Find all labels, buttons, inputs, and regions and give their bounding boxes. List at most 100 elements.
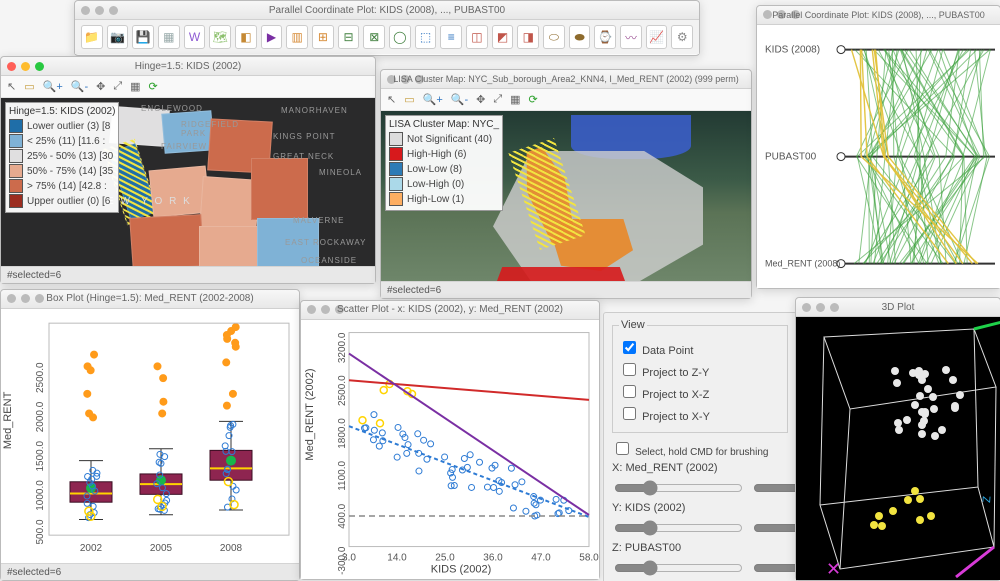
zoom-in-icon[interactable]: 🔍+ [423, 93, 443, 106]
save-icon[interactable]: 💾 [132, 25, 154, 49]
cat-map-icon[interactable]: ◨ [517, 25, 539, 49]
close-icon[interactable] [81, 6, 90, 15]
svg-text:2002: 2002 [80, 543, 103, 554]
plot3d-canvas[interactable]: ✕ Z [796, 317, 1000, 580]
cartogram-icon[interactable]: ◧ [235, 25, 257, 49]
minimize-icon[interactable] [816, 303, 825, 312]
close-icon[interactable] [763, 10, 772, 19]
svg-text:1100.0: 1100.0 [337, 460, 348, 490]
checkbox-data-point[interactable]: Data Point [619, 338, 781, 357]
zoom-icon[interactable] [109, 6, 118, 15]
minimize-icon[interactable] [95, 6, 104, 15]
zoom-out-icon[interactable]: 🔍- [451, 93, 468, 106]
table-icon[interactable]: ▦ [158, 25, 180, 49]
svg-text:25.0: 25.0 [435, 552, 455, 563]
basemap-icon[interactable]: ▦ [130, 80, 140, 93]
pcp-icon[interactable]: ≡ [440, 25, 462, 49]
svg-text:3200.0: 3200.0 [337, 332, 348, 363]
svg-text:-300.0: -300.0 [337, 546, 348, 575]
status-selected: #selected=6 [7, 270, 61, 281]
svg-text:36.0: 36.0 [483, 552, 503, 563]
zoom-icon[interactable] [335, 305, 344, 314]
scatter-titlebar[interactable]: Scatter Plot - x: KIDS (2002), y: Med_RE… [301, 301, 599, 320]
scatter-icon[interactable]: ⊟ [338, 25, 360, 49]
minimize-icon[interactable] [21, 62, 30, 71]
hinge-titlebar[interactable]: Hinge=1.5: KIDS (2002) [1, 57, 375, 76]
select-rect-icon[interactable]: ▭ [24, 80, 34, 93]
pan-icon[interactable]: ✥ [96, 80, 105, 93]
scatter-ylabel: Med_RENT (2002) [304, 368, 316, 460]
checkbox-brush[interactable]: Select, hold CMD for brushing [612, 439, 788, 458]
lisa-titlebar[interactable]: LISA Cluster Map: NYC_Sub_borough_Area2_… [381, 70, 751, 89]
close-icon[interactable] [307, 305, 316, 314]
moran-icon[interactable]: ⬭ [543, 25, 565, 49]
slider-z-label: Z: PUBAST00 [612, 542, 788, 554]
svg-text:14.0: 14.0 [387, 552, 407, 563]
play-icon[interactable]: ▶ [261, 25, 283, 49]
select-rect-icon[interactable]: ▭ [404, 93, 414, 106]
cursor-icon[interactable]: ↖ [7, 80, 16, 93]
zoom-icon[interactable] [35, 294, 44, 303]
pan-icon[interactable]: ✥ [476, 93, 485, 106]
pcp-axis-2: Med_RENT (2008) [765, 258, 840, 268]
slider-y-label: Y: KIDS (2002) [612, 502, 788, 514]
map-icon[interactable]: 🗺 [209, 25, 231, 49]
pcp-titlebar[interactable]: Parallel Coordinate Plot: KIDS (2008), .… [757, 6, 1000, 25]
open-folder-icon[interactable]: 📁 [81, 25, 103, 49]
status-selected: #selected=6 [387, 285, 441, 296]
minimize-icon[interactable] [21, 294, 30, 303]
slider-y-a[interactable] [614, 520, 743, 536]
svg-text:58.0: 58.0 [579, 552, 599, 563]
camera-icon[interactable]: 📷 [107, 25, 129, 49]
weights-icon[interactable]: W [184, 25, 206, 49]
close-icon[interactable] [802, 303, 811, 312]
main-toolbar-titlebar[interactable]: Parallel Coordinate Plot: KIDS (2008), .… [75, 1, 699, 20]
minimize-icon[interactable] [321, 305, 330, 314]
close-icon[interactable] [7, 294, 16, 303]
boxplot-icon[interactable]: ⊞ [312, 25, 334, 49]
close-icon[interactable] [387, 75, 396, 84]
slider-z-a[interactable] [614, 560, 743, 576]
animation-icon[interactable]: 📈 [646, 25, 668, 49]
plot3d-titlebar[interactable]: 3D Plot [796, 298, 1000, 317]
regression-icon[interactable]: ⚙ [671, 25, 693, 49]
bubble-icon[interactable]: ◯ [389, 25, 411, 49]
checkbox-proj-xy[interactable]: Project to X-Y [619, 404, 781, 423]
refresh-icon[interactable]: ⟳ [149, 80, 158, 93]
zoom-out-icon[interactable]: 🔍- [71, 80, 88, 93]
minimize-icon[interactable] [777, 10, 786, 19]
minimize-icon[interactable] [401, 75, 410, 84]
zoom-icon[interactable] [415, 75, 424, 84]
extent-icon[interactable]: ⤢ [493, 93, 502, 106]
basemap-icon[interactable]: ▦ [510, 93, 520, 106]
svg-text:1800.0: 1800.0 [337, 418, 348, 449]
zoom-icon[interactable] [35, 62, 44, 71]
time-icon[interactable]: 〰 [620, 25, 642, 49]
boxplot-canvas[interactable]: Med_RENT 500.01000.01500.02000.02500.020… [1, 309, 299, 563]
svg-text:Z: Z [981, 495, 993, 503]
3dplot-icon[interactable]: ⬚ [415, 25, 437, 49]
pcp-canvas[interactable]: KIDS (2008) PUBAST00 Med_RENT (2008) [757, 25, 1000, 288]
cluster-map-icon[interactable]: ◫ [466, 25, 488, 49]
slider-x-a[interactable] [614, 480, 743, 496]
cond-plot-icon[interactable]: ◩ [492, 25, 514, 49]
gi-icon[interactable]: ⬬ [569, 25, 591, 49]
checkbox-proj-xz[interactable]: Project to X-Z [619, 382, 781, 401]
zoom-icon[interactable] [830, 303, 839, 312]
boxplot-titlebar[interactable]: Box Plot (Hinge=1.5): Med_RENT (2002-200… [1, 290, 299, 309]
spatial-regression-icon[interactable]: ⌚ [594, 25, 616, 49]
svg-text:2008: 2008 [220, 543, 243, 554]
zoom-in-icon[interactable]: 🔍+ [43, 80, 63, 93]
extent-icon[interactable]: ⤢ [113, 80, 122, 93]
close-icon[interactable] [7, 62, 16, 71]
histogram-icon[interactable]: ▥ [286, 25, 308, 49]
scatter-matrix-icon[interactable]: ⊠ [363, 25, 385, 49]
refresh-icon[interactable]: ⟳ [529, 93, 538, 106]
cursor-icon[interactable]: ↖ [387, 93, 396, 106]
legend-item: Not Significant (40) [389, 132, 499, 146]
svg-text:500.0: 500.0 [35, 519, 46, 544]
scatter-canvas[interactable]: Med_RENT (2002) KIDS (2002) 3.014.025.03… [301, 320, 599, 579]
checkbox-proj-zy[interactable]: Project to Z-Y [619, 360, 781, 379]
zoom-icon[interactable] [791, 10, 800, 19]
hinge-legend-title: Hinge=1.5: KIDS (2002) [9, 106, 115, 117]
